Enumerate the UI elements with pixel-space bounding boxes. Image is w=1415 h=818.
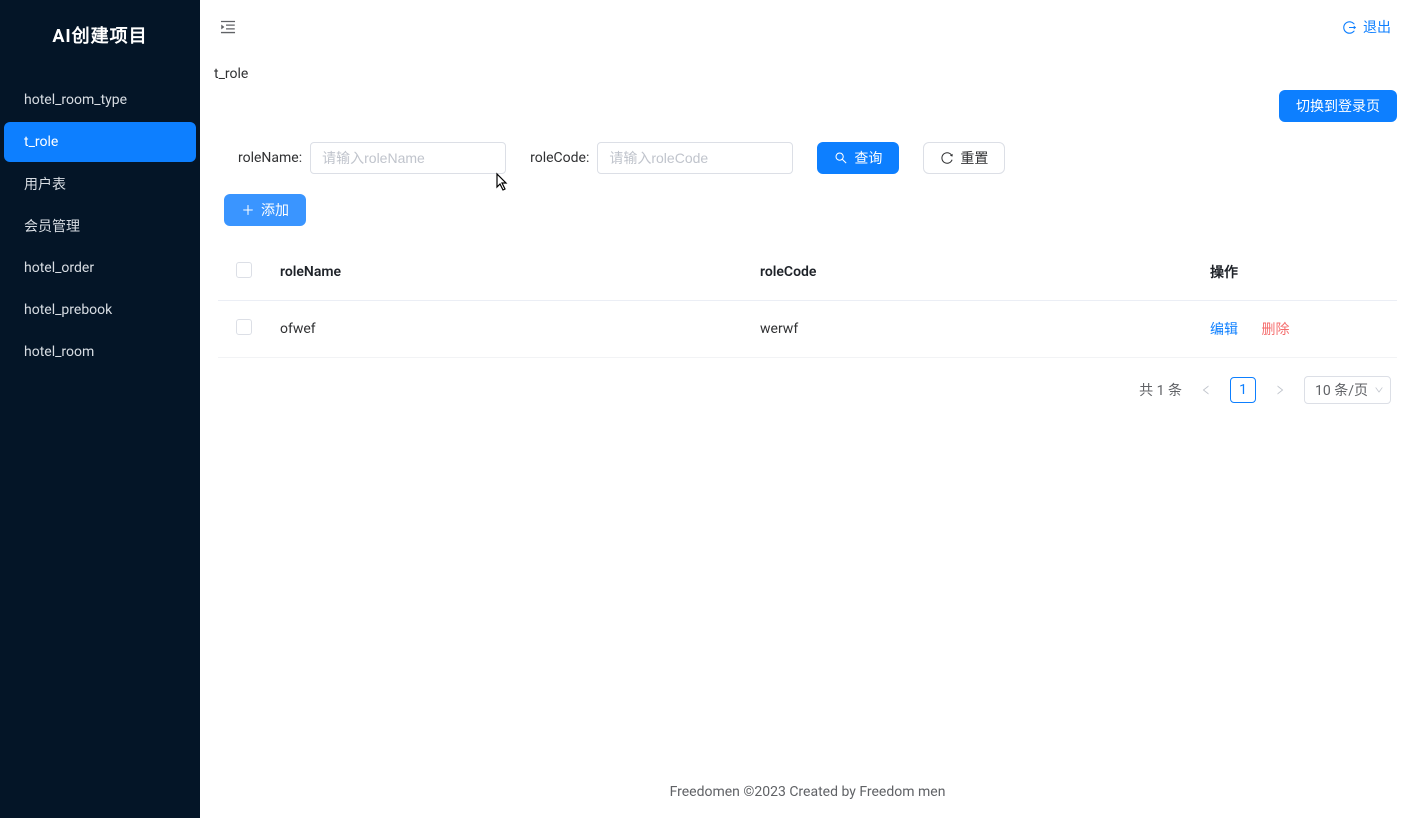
button-label: 添加: [261, 200, 289, 220]
chevron-left-icon: [1200, 384, 1212, 396]
row-checkbox-cell: [218, 301, 268, 358]
pagination-page-1[interactable]: 1: [1230, 377, 1256, 403]
sidebar-item-member-manage[interactable]: 会员管理: [4, 206, 196, 246]
footer: Freedomen ©2023 Created by Freedom men: [218, 766, 1397, 818]
header-rolename[interactable]: roleName: [268, 244, 748, 301]
query-button[interactable]: 查询: [817, 142, 899, 174]
pagination-prev[interactable]: [1194, 378, 1218, 402]
button-label: 重置: [960, 148, 988, 168]
collapse-menu-icon[interactable]: [218, 17, 238, 37]
sidebar-item-label: hotel_room_type: [24, 92, 127, 108]
pagination: 共 1 条 1 10 条/页: [218, 358, 1397, 422]
reload-icon: [940, 151, 954, 165]
sidebar-item-user-table[interactable]: 用户表: [4, 164, 196, 204]
search-row: roleName: roleCode: 查询 重: [218, 132, 1397, 194]
cell-rolecode: werwf: [748, 301, 1198, 358]
table-header-row: roleName roleCode 操作: [218, 244, 1397, 301]
search-field-rolecode: roleCode:: [530, 142, 793, 174]
toolbar-row: 切换到登录页: [218, 90, 1397, 122]
sidebar-item-label: 用户表: [24, 174, 66, 194]
content-area: 切换到登录页 roleName: roleCode: 查询: [200, 90, 1415, 818]
cell-rolename: ofwef: [268, 301, 748, 358]
rolename-input[interactable]: [310, 142, 506, 174]
pagination-total: 共 1 条: [1139, 380, 1182, 400]
reset-button[interactable]: 重置: [923, 142, 1005, 174]
header-action: 操作: [1198, 244, 1397, 301]
row-checkbox[interactable]: [236, 319, 252, 335]
add-row: 添加: [218, 194, 1397, 244]
rolename-label: roleName:: [238, 150, 302, 166]
main: 退出 t_role 切换到登录页 roleName: roleCode:: [200, 0, 1415, 818]
select-all-checkbox[interactable]: [236, 262, 252, 278]
sidebar-item-hotel-order[interactable]: hotel_order: [4, 248, 196, 288]
switch-login-button[interactable]: 切换到登录页: [1279, 90, 1397, 122]
logout-icon: [1342, 20, 1357, 35]
header-checkbox-cell: [218, 244, 268, 301]
edit-link[interactable]: 编辑: [1210, 322, 1238, 338]
sidebar-item-hotel-prebook[interactable]: hotel_prebook: [4, 290, 196, 330]
sidebar: AI创建项目 hotel_room_type t_role 用户表 会员管理 h…: [0, 0, 200, 818]
sidebar-item-label: t_role: [24, 134, 58, 150]
plus-icon: [241, 203, 255, 217]
delete-link[interactable]: 删除: [1261, 322, 1289, 338]
sidebar-item-label: 会员管理: [24, 216, 80, 236]
header-rolecode[interactable]: roleCode: [748, 244, 1198, 301]
logout-button[interactable]: 退出: [1342, 17, 1391, 37]
sidebar-item-label: hotel_order: [24, 260, 94, 276]
sidebar-menu: hotel_room_type t_role 用户表 会员管理 hotel_or…: [0, 70, 200, 382]
chevron-right-icon: [1274, 384, 1286, 396]
sidebar-logo: AI创建项目: [0, 0, 200, 70]
search-field-rolename: roleName:: [238, 142, 506, 174]
sidebar-item-t-role[interactable]: t_role: [4, 122, 196, 162]
sidebar-item-hotel-room-type[interactable]: hotel_room_type: [4, 80, 196, 120]
cell-actions: 编辑 删除: [1198, 301, 1397, 358]
sidebar-item-hotel-room[interactable]: hotel_room: [4, 332, 196, 372]
search-icon: [834, 151, 848, 165]
button-label: 查询: [854, 148, 882, 168]
topbar: 退出: [200, 0, 1415, 54]
sidebar-item-label: hotel_room: [24, 344, 94, 360]
table-row: ofwef werwf 编辑 删除: [218, 301, 1397, 358]
pagination-next[interactable]: [1268, 378, 1292, 402]
data-table: roleName roleCode 操作 ofwef werwf 编辑: [218, 244, 1397, 358]
chevron-down-icon: [1374, 385, 1384, 395]
logout-label: 退出: [1363, 17, 1391, 37]
rolecode-input[interactable]: [597, 142, 793, 174]
breadcrumb: t_role: [200, 54, 1415, 90]
sidebar-item-label: hotel_prebook: [24, 302, 112, 318]
button-label: 切换到登录页: [1296, 96, 1380, 116]
pagination-page-size[interactable]: 10 条/页: [1304, 376, 1391, 404]
page-size-label: 10 条/页: [1315, 380, 1368, 400]
rolecode-label: roleCode:: [530, 150, 589, 166]
add-button[interactable]: 添加: [224, 194, 306, 226]
